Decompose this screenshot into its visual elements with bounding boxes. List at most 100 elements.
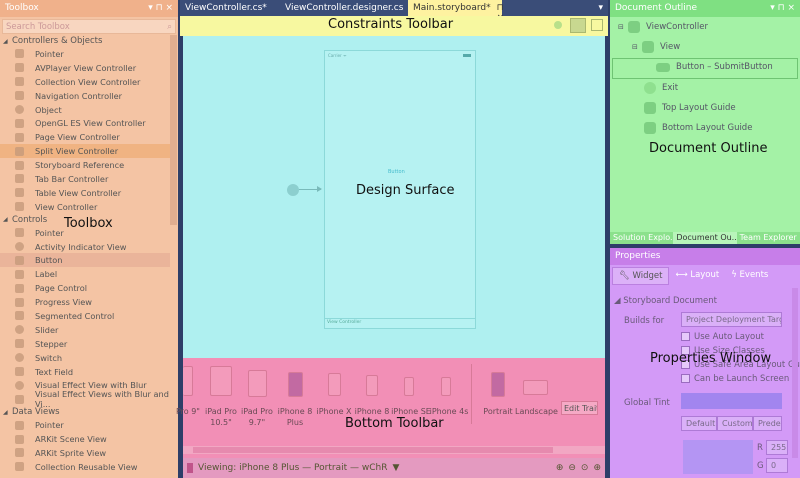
layout-icon: ⟷ — [675, 270, 691, 280]
device-label[interactable]: Landscape — [515, 406, 558, 417]
toolbox-item[interactable]: Table View Controller — [0, 186, 170, 200]
toolbox-item[interactable]: Pointer — [0, 47, 170, 61]
toolbox-item[interactable]: Text Field — [0, 365, 170, 379]
color-swatch[interactable] — [683, 440, 753, 474]
toolbox-item-icon — [15, 380, 24, 390]
zoom-reset-icon[interactable]: ⊕ — [593, 463, 601, 473]
toolbox-item[interactable]: Navigation Controller — [0, 89, 170, 103]
toolbox-item-icon — [15, 132, 24, 142]
toolbox-item[interactable]: Switch — [0, 351, 170, 365]
tab-main-storyboard[interactable]: Main.storyboard*⊓ × — [408, 0, 504, 23]
carrier-label: Carrier ᯤ — [328, 53, 347, 58]
scrollbar-thumb[interactable] — [193, 447, 553, 453]
toolbox-item[interactable]: ARKit Sprite View — [0, 446, 170, 460]
ipad-pro-12-icon[interactable] — [183, 366, 193, 396]
device-label[interactable]: iPad Pro 9.7" — [238, 406, 276, 428]
tab-widget[interactable]: 🔧︎ Widget — [612, 267, 670, 285]
device-label[interactable]: Portrait — [479, 406, 517, 417]
toolbox-item[interactable]: OpenGL ES View Controller — [0, 116, 170, 130]
design-surface[interactable]: Carrier ᯤ Button View Controller Design … — [183, 36, 605, 358]
ipad-pro-10-icon[interactable] — [210, 366, 232, 396]
properties-panel: Properties 🔧︎ Widget ⟷ Layout ϟ Events ◢… — [610, 248, 800, 478]
tab-viewcontroller-cs[interactable]: ViewController.cs* — [180, 0, 280, 16]
ipad-pro-9-icon[interactable] — [248, 370, 267, 397]
toolbox-item[interactable]: Slider — [0, 323, 170, 337]
toolbox-item[interactable]: Stepper — [0, 337, 170, 351]
g-value-field[interactable]: 0 — [766, 458, 788, 473]
outline-window-controls[interactable]: ▾ ⊓ × — [770, 3, 795, 14]
edit-traits-button[interactable]: Edit Traits — [561, 401, 598, 415]
toolbox-item-icon — [15, 228, 24, 238]
toolbox-item[interactable]: Label — [0, 267, 170, 281]
toolbox-item[interactable]: Split View Controller — [0, 144, 170, 159]
outline-item-exit[interactable]: Exit — [644, 82, 678, 94]
toolbox-item[interactable]: Activity Indicator View — [0, 240, 170, 254]
iphone-4s-icon[interactable] — [441, 377, 451, 396]
landscape-icon[interactable] — [523, 380, 548, 395]
tab-document-outline[interactable]: Document Ou... — [673, 232, 737, 244]
outline-item-top-layout-guide[interactable]: Top Layout Guide — [644, 102, 736, 114]
toolbox-item[interactable]: Page Control — [0, 281, 170, 295]
toolbox-category[interactable]: ◢ Controllers & Objects — [0, 35, 170, 47]
launch-screen-checkbox[interactable]: Can be Launch Screen — [681, 374, 789, 384]
iphone-x-icon[interactable] — [328, 373, 341, 396]
toolbox-search-input[interactable]: Search Toolbox ⌕ — [2, 19, 176, 34]
toolbox-item-icon — [15, 434, 24, 444]
global-tint-color[interactable] — [681, 393, 782, 409]
toolbox-item[interactable]: Progress View — [0, 295, 170, 309]
properties-titlebar: Properties — [610, 248, 800, 265]
portrait-icon[interactable] — [491, 372, 505, 397]
toolbox-item[interactable]: Object — [0, 103, 170, 117]
predefined-button[interactable]: Predef — [753, 416, 782, 431]
tab-overflow-icon[interactable]: ▾ — [593, 0, 608, 16]
r-value-field[interactable]: 255 — [766, 440, 788, 455]
custom-button[interactable]: Custom — [717, 416, 753, 431]
tab-layout[interactable]: ⟷ Layout — [669, 267, 725, 285]
zoom-in-icon[interactable]: ⊕ — [556, 463, 564, 473]
submit-button-preview[interactable]: Button — [388, 169, 405, 175]
horizontal-scrollbar[interactable] — [183, 446, 605, 454]
tab-events[interactable]: ϟ Events — [725, 267, 774, 285]
tab-solution-explorer[interactable]: Solution Explo... — [610, 232, 673, 244]
constraint-edit-icon[interactable] — [570, 18, 586, 33]
properties-scrollbar[interactable] — [792, 288, 798, 458]
toolbox-item[interactable]: Storyboard Reference — [0, 158, 170, 172]
toolbox-item[interactable]: Collection View Controller — [0, 75, 170, 89]
tab-viewcontroller-designer[interactable]: ViewController.designer.cs — [280, 0, 408, 16]
toolbox-item[interactable]: Button — [0, 253, 170, 268]
constraint-frame-icon[interactable] — [591, 19, 603, 31]
builds-for-select[interactable]: Project Deployment Targe — [681, 312, 782, 327]
use-auto-layout-checkbox[interactable]: Use Auto Layout — [681, 332, 764, 342]
viewcontroller-icon — [628, 21, 640, 33]
toolbox-item[interactable]: Visual Effect Views with Blur and Vi... — [0, 389, 170, 409]
toolbox-item[interactable]: View Controller — [0, 200, 170, 214]
toolbox-item[interactable]: ARKit Scene View — [0, 432, 170, 446]
iphone-8-icon[interactable] — [366, 375, 378, 396]
toolbox-item[interactable]: Tab Bar Controller — [0, 172, 170, 186]
iphone-se-icon[interactable] — [404, 377, 414, 396]
toolbox-item[interactable]: AVPlayer View Controller — [0, 61, 170, 75]
iphone-8-plus-icon[interactable] — [288, 372, 303, 397]
constraint-status-icon[interactable] — [554, 21, 562, 29]
toolbox-item[interactable]: Collection Reusable View — [0, 460, 170, 474]
zoom-out-icon[interactable]: ⊖ — [568, 463, 576, 473]
toolbox-item[interactable]: Segmented Control — [0, 309, 170, 323]
outline-item-viewcontroller[interactable]: ⊟ ViewController — [618, 21, 708, 33]
default-button[interactable]: Default — [681, 416, 717, 431]
tab-team-explorer[interactable]: Team Explorer — [737, 232, 800, 244]
view-controller-footer[interactable]: View Controller — [325, 318, 475, 328]
entry-point-icon[interactable] — [287, 184, 299, 196]
chevron-down-icon[interactable]: ▼ — [392, 463, 399, 473]
device-label[interactable]: iPad Pro 10.5" — [202, 406, 240, 428]
outline-item-view[interactable]: ⊟ View — [632, 41, 680, 53]
toolbox-item[interactable]: Pointer — [0, 418, 170, 432]
toolbox-item-icon — [15, 146, 24, 156]
outline-item-bottom-layout-guide[interactable]: Bottom Layout Guide — [644, 122, 752, 134]
toolbox-item[interactable]: Page View Controller — [0, 130, 170, 144]
toolbox-scrollbar[interactable] — [170, 35, 177, 225]
device-label[interactable]: iPhone 8 Plus — [276, 406, 314, 428]
section-storyboard-document[interactable]: ◢ Storyboard Document — [614, 296, 717, 306]
zoom-fit-icon[interactable]: ⊙ — [581, 463, 589, 473]
toolbox-window-controls[interactable]: ▾ ⊓ × — [148, 3, 173, 14]
outline-item-button[interactable]: Button – SubmitButton — [656, 62, 773, 72]
